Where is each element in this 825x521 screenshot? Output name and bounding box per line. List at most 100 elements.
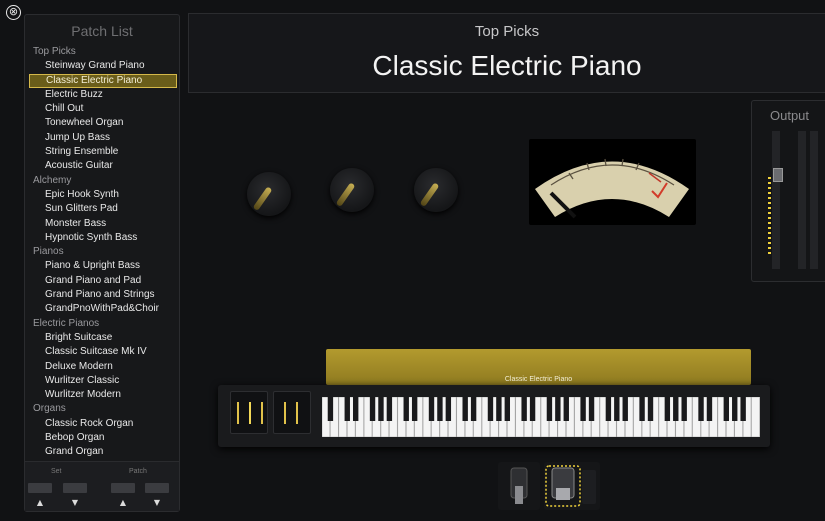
- black-key: [378, 397, 384, 421]
- patch-down-button[interactable]: ▼: [145, 498, 169, 507]
- black-key: [344, 397, 350, 421]
- patch-item[interactable]: Chill Out: [29, 102, 177, 116]
- patch-item[interactable]: Tonewheel Organ: [29, 116, 177, 130]
- header-patch-name: Classic Electric Piano: [372, 50, 642, 81]
- black-key: [504, 397, 511, 421]
- patch-item[interactable]: Bebop Organ: [29, 431, 177, 445]
- set-next-slot[interactable]: [63, 483, 87, 493]
- patch-item[interactable]: Sun Glitters Pad: [29, 202, 177, 216]
- patch-item[interactable]: Grand Organ: [29, 445, 177, 459]
- patch-list: Top Picks Steinway Grand Piano Classic Ele…: [29, 45, 177, 460]
- black-key: [647, 397, 654, 421]
- black-key: [555, 397, 561, 421]
- tremolo-knob[interactable]: [330, 168, 374, 212]
- black-key: [529, 397, 536, 421]
- black-key: [664, 397, 671, 421]
- black-key: [411, 397, 418, 421]
- patch-item[interactable]: Classic Rock Organ: [29, 417, 177, 431]
- patch-item[interactable]: Grand Piano and Pad: [29, 274, 177, 288]
- black-key: [487, 397, 494, 421]
- header-category: Top Picks: [474, 23, 540, 40]
- patch-item[interactable]: Wurlitzer Modern: [29, 388, 177, 402]
- patch-item[interactable]: Epic Hook Synth: [29, 188, 177, 202]
- patch-prev-slot[interactable]: [111, 483, 135, 493]
- patch-item[interactable]: Acoustic Guitar: [29, 159, 177, 173]
- patch-item[interactable]: Monster Bass: [29, 217, 177, 231]
- patch-item[interactable]: Deluxe Modern: [29, 360, 177, 374]
- black-key: [470, 397, 477, 421]
- set-up-button[interactable]: ▲: [28, 498, 52, 507]
- patch-item[interactable]: Jump Up Bass: [29, 131, 177, 145]
- black-key: [428, 397, 435, 421]
- patch-category: Alchemy: [33, 174, 72, 186]
- output-meter-right: [798, 131, 806, 269]
- black-key: [605, 397, 612, 421]
- patch-category: Electric Pianos: [33, 317, 100, 329]
- patch-category: Pianos: [33, 246, 64, 258]
- patch-item[interactable]: Wurlitzer Classic: [29, 374, 177, 388]
- chorus-knob[interactable]: [414, 168, 458, 212]
- output-meter-extra: [810, 131, 818, 269]
- patch-label: Patch: [129, 468, 147, 475]
- keyboard-patch-bar: Classic Electric Piano: [326, 349, 751, 385]
- set-label: Set: [51, 468, 62, 475]
- output-level-dots: [768, 177, 772, 257]
- sustain-pedal[interactable]: [544, 462, 600, 510]
- patch-item[interactable]: Hypnotic Synth Bass: [29, 231, 177, 245]
- black-key: [327, 397, 334, 421]
- patch-item[interactable]: Piano & Upright Bass: [29, 259, 177, 273]
- patch-header: Top Picks Classic Electric Piano: [188, 13, 825, 93]
- black-key: [445, 397, 452, 421]
- pitch-wheel[interactable]: [230, 391, 268, 434]
- black-key: [723, 397, 730, 421]
- patch-item[interactable]: GrandPnoWithPad&Choir: [29, 302, 177, 316]
- patch-item[interactable]: Bright Suitcase: [29, 331, 177, 345]
- black-key: [588, 397, 595, 421]
- piano-keyboard[interactable]: [321, 396, 760, 438]
- patch-item[interactable]: Steinway Grand Piano: [29, 59, 177, 73]
- black-key: [352, 397, 359, 421]
- black-key: [698, 397, 704, 421]
- black-key: [563, 397, 569, 421]
- black-key: [622, 397, 628, 421]
- patch-list-title: Patch List: [71, 23, 133, 39]
- set-down-button[interactable]: ▼: [63, 498, 87, 507]
- black-key: [403, 397, 409, 421]
- expression-pedal[interactable]: [498, 462, 540, 510]
- patch-category: Top Picks: [33, 46, 76, 57]
- black-key: [673, 397, 679, 421]
- output-fader[interactable]: [773, 168, 783, 182]
- vu-meter: [529, 139, 696, 225]
- black-key: [437, 397, 443, 421]
- black-key: [706, 397, 713, 421]
- black-key: [546, 397, 553, 421]
- black-key: [732, 397, 738, 421]
- white-key: [751, 396, 760, 438]
- close-button[interactable]: ⊗: [6, 5, 21, 20]
- black-key: [681, 397, 687, 421]
- patch-list-panel: Patch List Top Picks Steinway Grand Piano…: [24, 14, 180, 512]
- set-patch-nav: Set Patch ▲ ▼ ▲ ▼: [25, 461, 179, 511]
- output-meter-left: [772, 131, 780, 269]
- patch-category: Organs: [33, 403, 66, 415]
- patch-item[interactable]: Classic Suitcase Mk IV: [29, 345, 177, 359]
- black-key: [614, 397, 620, 421]
- mod-wheel[interactable]: [273, 391, 311, 434]
- set-prev-slot[interactable]: [28, 483, 52, 493]
- black-key: [369, 397, 376, 421]
- output-panel: Output: [751, 100, 825, 282]
- black-key: [740, 397, 746, 421]
- black-key: [521, 397, 527, 421]
- patch-next-slot[interactable]: [145, 483, 169, 493]
- patch-up-button[interactable]: ▲: [111, 498, 135, 507]
- black-key: [580, 397, 586, 421]
- keyboard-patch-label: Classic Electric Piano: [504, 376, 573, 383]
- patch-item[interactable]: Grand Piano and Strings: [29, 288, 177, 302]
- tone-knob[interactable]: [247, 172, 291, 216]
- black-key: [462, 397, 468, 421]
- black-key: [639, 397, 645, 421]
- patch-item[interactable]: String Ensemble: [29, 145, 177, 159]
- patch-item[interactable]: Electric Buzz: [29, 88, 177, 102]
- patch-item[interactable]: Classic Electric Piano: [29, 73, 177, 88]
- output-label: Output: [770, 108, 810, 123]
